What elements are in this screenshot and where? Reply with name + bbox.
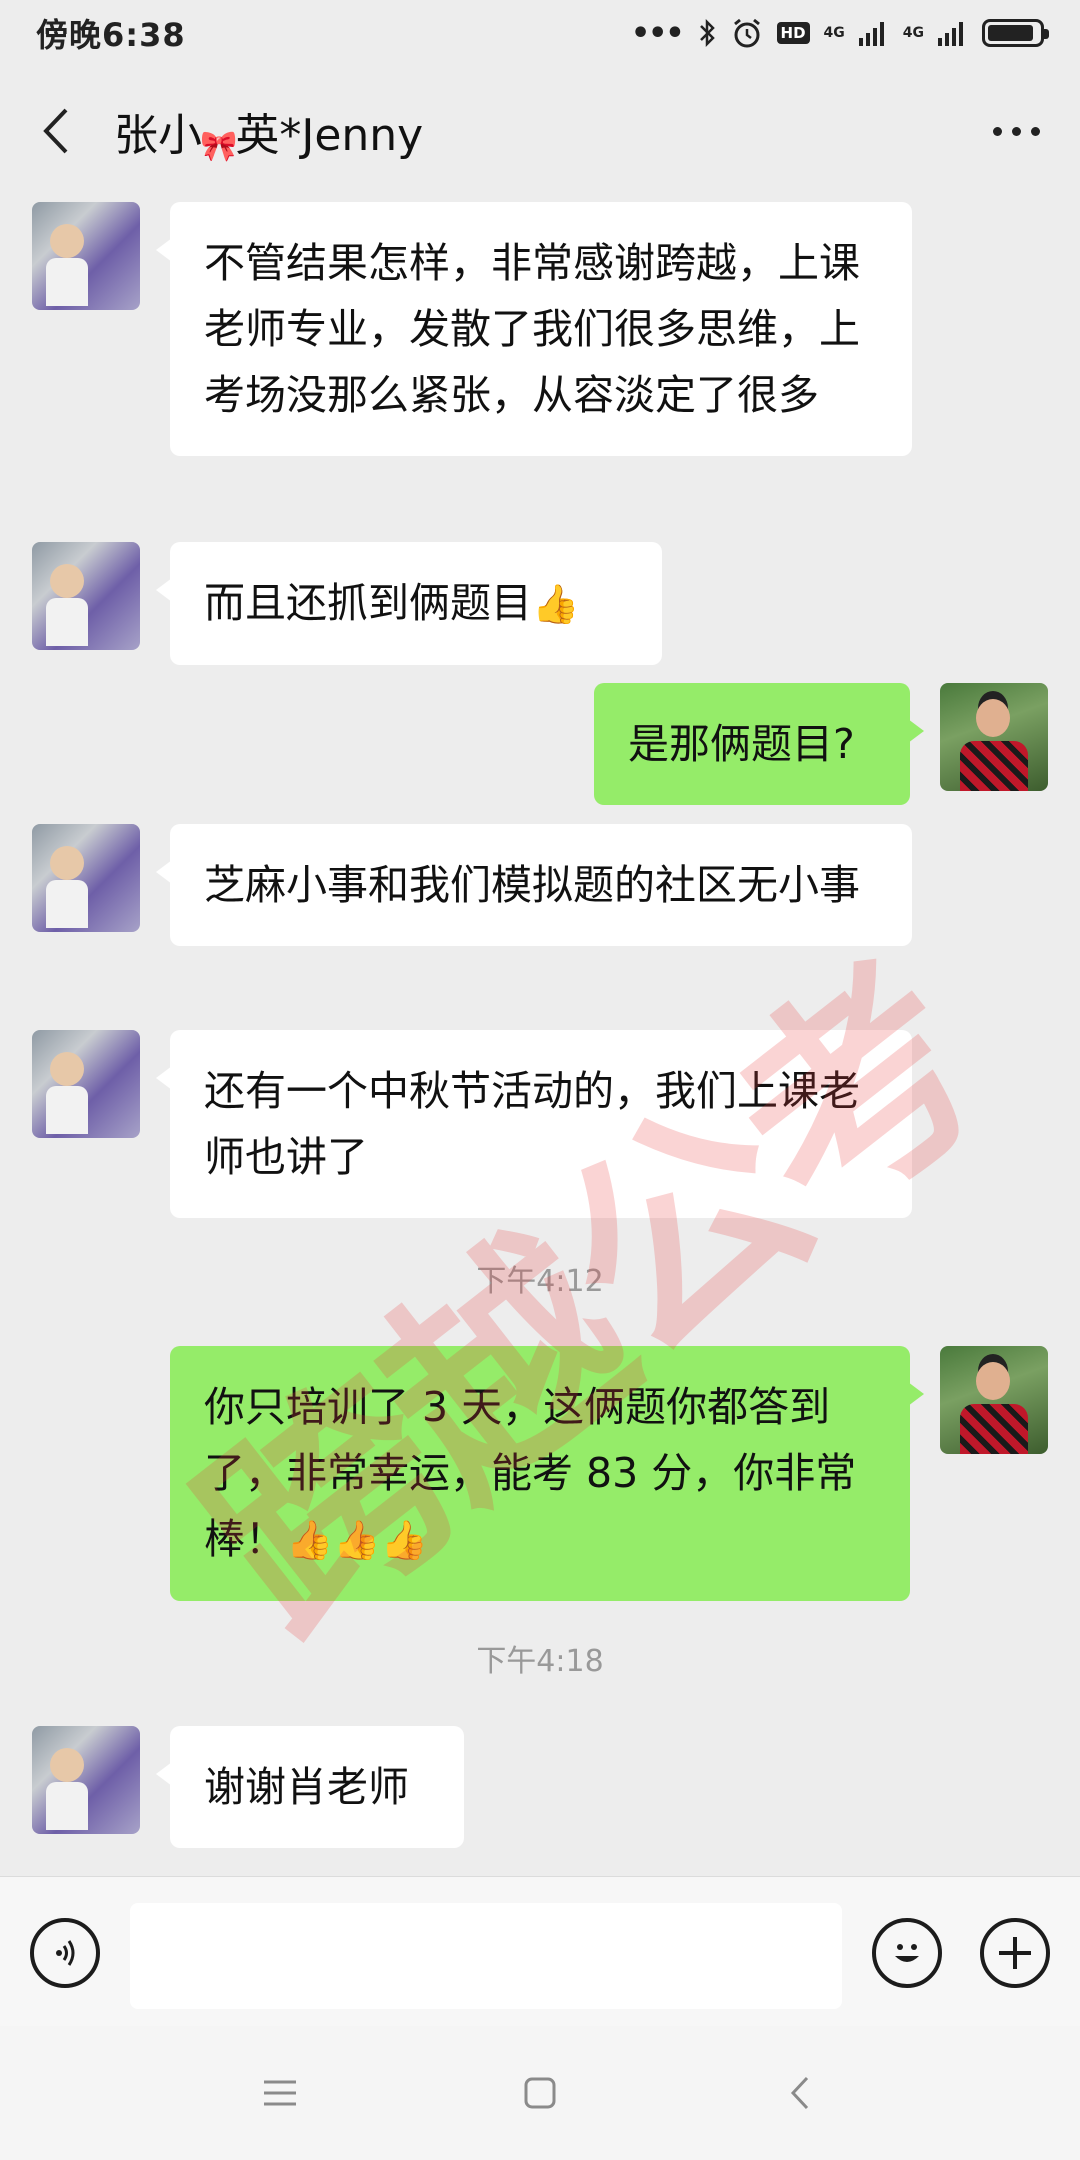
message-timestamp: 下午4:18 [476, 1644, 604, 1679]
emoji-icon[interactable] [872, 1918, 942, 1988]
voice-icon[interactable] [30, 1918, 100, 1988]
message-timestamp: 下午4:12 [476, 1264, 604, 1299]
input-bar [0, 1876, 1080, 2026]
thumbs-up-emoji-icon: 👍👍👍 [286, 1518, 428, 1562]
status-icons: ••• HD 4G 4G [630, 15, 1049, 51]
contact-avatar[interactable] [32, 1726, 140, 1834]
alarm-icon [733, 18, 760, 48]
plus-icon[interactable] [980, 1918, 1050, 1988]
chat-title: 张小🎀英*Jenny [114, 99, 424, 164]
home-icon[interactable] [510, 2063, 570, 2123]
nav-back-icon[interactable] [770, 2063, 830, 2123]
status-time: 傍晚6:38 [36, 16, 186, 54]
message-bubble[interactable]: 芝麻小事和我们模拟题的社区无小事 [156, 824, 912, 946]
contact-avatar[interactable] [32, 1030, 140, 1138]
chat-title-part1: 张小 [114, 110, 202, 161]
signal-2-icon [938, 22, 963, 46]
signal-1-label: 4G [823, 25, 845, 41]
message-bubble[interactable]: 还有一个中秋节活动的，我们上课老师也讲了 [156, 1030, 912, 1218]
back-icon[interactable] [30, 101, 80, 161]
menu-icon[interactable] [250, 2063, 310, 2123]
more-dots-icon: ••• [630, 15, 685, 51]
signal-1-icon [858, 22, 884, 46]
contact-avatar[interactable] [32, 542, 140, 650]
my-avatar[interactable] [940, 1346, 1048, 1454]
bluetooth-icon [699, 18, 715, 48]
message-list: 不管结果怎样，非常感谢跨越，上课老师专业，发散了我们很多思维，上考场没那么紧张，… [0, 196, 1080, 1876]
message-input[interactable] [130, 1903, 842, 2009]
chat-title-part2: 英*Jenny [235, 110, 424, 161]
signal-2-label: 4G [902, 25, 924, 41]
contact-avatar[interactable] [32, 824, 140, 932]
thumbs-up-emoji-icon: 👍 [532, 582, 580, 626]
status-bar: 傍晚6:38 ••• HD 4G 4G [0, 0, 1080, 66]
message-bubble[interactable]: 不管结果怎样，非常感谢跨越，上课老师专业，发散了我们很多思维，上考场没那么紧张，… [156, 202, 912, 456]
message-bubble[interactable]: 你只培训了 3 天，这俩题你都答到了，非常幸运，能考 83 分，你非常棒！👍👍👍 [170, 1346, 924, 1601]
message-bubble[interactable]: 谢谢肖老师 [156, 1726, 464, 1848]
chat-header: 张小🎀英*Jenny [0, 66, 1080, 196]
battery-icon [982, 19, 1049, 47]
system-nav-bar [0, 2026, 1080, 2160]
message-bubble[interactable]: 是那俩题目? [594, 683, 924, 805]
hd-badge: HD [776, 22, 810, 44]
my-avatar[interactable] [940, 683, 1048, 791]
message-text: 而且还抓到俩题目 [204, 579, 532, 627]
contact-avatar[interactable] [32, 202, 140, 310]
more-options-icon[interactable] [983, 117, 1050, 146]
message-bubble[interactable]: 而且还抓到俩题目👍 [156, 542, 662, 665]
bow-emoji-icon: 🎀 [200, 129, 238, 164]
